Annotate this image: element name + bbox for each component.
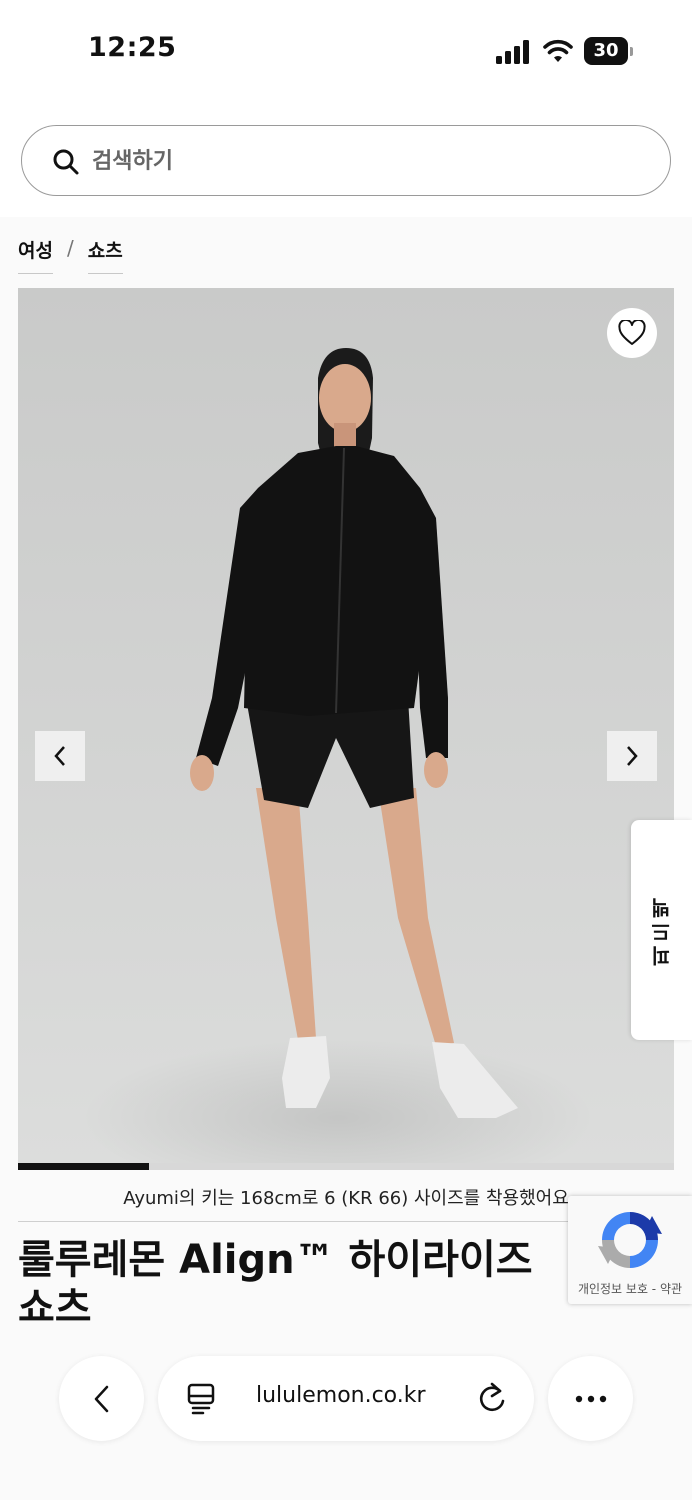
browser-back-button[interactable] (59, 1356, 144, 1441)
reload-icon[interactable] (476, 1381, 508, 1415)
product-image[interactable] (18, 288, 674, 1166)
carousel-prev-button[interactable] (35, 731, 85, 781)
breadcrumb-item-women[interactable]: 여성 (18, 236, 53, 274)
back-icon (94, 1385, 108, 1412)
wishlist-button[interactable] (607, 308, 657, 358)
status-bar: 12:25 30 (0, 0, 692, 100)
address-bar[interactable]: lululemon.co.kr (158, 1356, 534, 1441)
breadcrumb-separator: / (66, 236, 74, 260)
carousel-next-button[interactable] (607, 731, 657, 781)
signal-icon (496, 40, 532, 64)
carousel-progress (18, 1163, 674, 1170)
recaptcha-badge[interactable]: 개인정보 보호 - 약관 (568, 1196, 692, 1304)
address-url[interactable]: lululemon.co.kr (256, 1383, 426, 1408)
search-icon (53, 149, 79, 175)
breadcrumb: 여성 / 쇼츠 (18, 236, 123, 276)
battery-percent: 30 (593, 40, 619, 61)
feedback-tab[interactable]: 피드백 (631, 820, 692, 1040)
feedback-label: 피드백 (650, 894, 674, 966)
search-bar[interactable] (21, 125, 671, 196)
chevron-right-icon (627, 746, 638, 766)
model-figure (190, 348, 518, 1118)
more-button[interactable] (548, 1356, 633, 1441)
more-icon (575, 1395, 606, 1402)
heart-icon (618, 320, 646, 345)
tabs-icon[interactable] (186, 1383, 216, 1415)
recaptcha-links[interactable]: 개인정보 보호 - 약관 (568, 1280, 692, 1297)
carousel-progress-fill (18, 1163, 150, 1170)
status-time: 12:25 (88, 32, 177, 63)
battery-icon: 30 (584, 37, 634, 65)
product-title: 룰루레몬 Align™ 하이라이즈 쇼츠 4" (18, 1237, 533, 1336)
breadcrumb-item-shorts[interactable]: 쇼츠 (87, 236, 123, 274)
search-input[interactable] (92, 144, 612, 178)
wifi-icon (543, 39, 573, 62)
recaptcha-logo (598, 1212, 662, 1268)
chevron-left-icon (54, 746, 65, 766)
